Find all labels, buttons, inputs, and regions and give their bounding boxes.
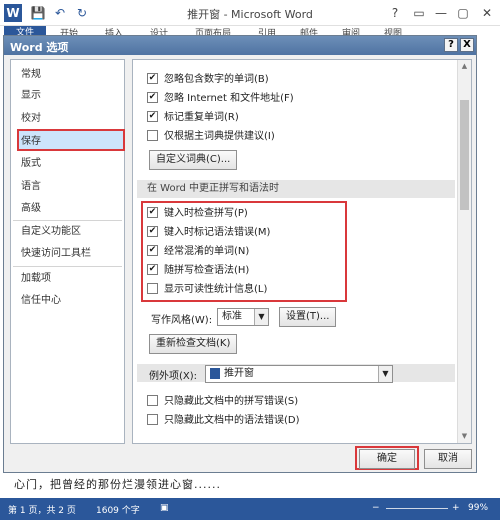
option-flag-repeated-words[interactable]: ✔ 标记重复单词(R) <box>147 110 239 126</box>
nav-item-general[interactable]: 常规 <box>21 66 41 84</box>
proofing-status-icon[interactable]: ▣ <box>160 503 169 513</box>
recheck-document-button[interactable]: 重新检查文档(K) <box>149 334 238 354</box>
nav-item-save[interactable]: 保存 <box>21 133 41 151</box>
checkbox-checked-icon[interactable]: ✔ <box>147 206 158 218</box>
checkbox-checked-icon[interactable]: ✔ <box>147 91 158 103</box>
content-scrollbar[interactable]: ▲ ▼ <box>457 60 471 443</box>
option-frequently-confused-words[interactable]: ✔ 经常混淆的单词(N) <box>147 244 249 260</box>
option-show-readability-stats[interactable]: 显示可读性统计信息(L) <box>147 282 267 298</box>
writing-style-value: 标准 <box>222 311 242 322</box>
nav-item-quick-access-toolbar[interactable]: 快速访问工具栏 <box>21 245 91 263</box>
dialog-help-button[interactable]: ? <box>444 38 458 52</box>
cancel-button[interactable]: 取消 <box>424 449 472 469</box>
nav-item-trust-center[interactable]: 信任中心 <box>21 292 61 310</box>
writing-style-label: 写作风格(W): <box>151 315 213 326</box>
grammar-settings-button[interactable]: 设置(T)... <box>279 307 337 327</box>
word-options-dialog: Word 选项 ? X 常规 显示 校对 保存 版式 语言 高级 自定义功能区 … <box>3 35 477 473</box>
option-label: 只隐藏此文档中的语法错误(D) <box>164 415 300 426</box>
option-label: 键入时检查拼写(P) <box>164 208 248 219</box>
option-label: 忽略包含数字的单词(B) <box>164 74 269 85</box>
nav-item-addins[interactable]: 加载项 <box>21 270 51 288</box>
exceptions-document-select[interactable]: 推开窗 ▼ <box>205 365 393 383</box>
word-title-bar: W 💾 ↶ ↻ 推开窗 - Microsoft Word ? ▭ — ▢ ✕ <box>0 0 500 26</box>
scrollbar-thumb[interactable] <box>460 100 469 210</box>
option-check-spelling-as-you-type[interactable]: ✔ 键入时检查拼写(P) <box>147 206 248 222</box>
checkbox-checked-icon[interactable]: ✔ <box>147 110 158 122</box>
page-count[interactable]: 第 1 页，共 2 页 <box>8 503 76 516</box>
scroll-down-icon[interactable]: ▼ <box>460 432 469 441</box>
nav-item-advanced[interactable]: 高级 <box>21 200 41 218</box>
document-text[interactable]: 心门，把曾经的那份烂漫领进心窗...... <box>14 476 221 492</box>
zoom-level[interactable]: 99% <box>468 503 488 513</box>
option-label: 经常混淆的单词(N) <box>164 246 250 257</box>
ok-button[interactable]: 确定 <box>359 449 415 469</box>
minimize-icon[interactable]: — <box>430 4 452 22</box>
option-ignore-internet-addresses[interactable]: ✔ 忽略 Internet 和文件地址(F) <box>147 91 294 107</box>
option-label: 仅根据主词典提供建议(I) <box>164 131 275 142</box>
help-icon[interactable]: ? <box>384 4 406 22</box>
nav-item-proofing[interactable]: 校对 <box>21 110 41 128</box>
scroll-up-icon[interactable]: ▲ <box>460 62 469 71</box>
checkbox-unchecked-icon[interactable] <box>147 129 158 141</box>
option-label: 键入时标记语法错误(M) <box>164 227 271 238</box>
word-document-icon <box>210 367 220 379</box>
option-label: 随拼写检查语法(H) <box>164 265 250 276</box>
nav-divider <box>13 220 122 221</box>
option-ignore-numbers[interactable]: ✔ 忽略包含数字的单词(B) <box>147 72 269 88</box>
options-nav: 常规 显示 校对 保存 版式 语言 高级 自定义功能区 快速访问工具栏 加载项 … <box>10 59 125 444</box>
options-content-panel: ✔ 忽略包含数字的单词(B) ✔ 忽略 Internet 和文件地址(F) ✔ 标记重… <box>132 59 472 444</box>
checkbox-unchecked-icon[interactable] <box>147 282 158 294</box>
zoom-slider[interactable] <box>386 508 448 509</box>
custom-dictionaries-button[interactable]: 自定义词典(C)... <box>149 150 238 170</box>
status-bar: 第 1 页，共 2 页 1609 个字 ▣ − + 99% <box>0 498 500 520</box>
exceptions-value: 推开窗 <box>224 368 254 379</box>
option-label: 显示可读性统计信息(L) <box>164 284 268 295</box>
checkbox-checked-icon[interactable]: ✔ <box>147 225 158 237</box>
checkbox-checked-icon[interactable]: ✔ <box>147 72 158 84</box>
word-count[interactable]: 1609 个字 <box>96 503 140 516</box>
option-main-dictionary-only[interactable]: 仅根据主词典提供建议(I) <box>147 129 275 145</box>
section-header-spelling-grammar: 在 Word 中更正拼写和语法时 <box>137 180 455 198</box>
zoom-in-icon[interactable]: + <box>452 503 460 513</box>
exceptions-label: 例外项(X): <box>149 371 198 382</box>
option-check-grammar-with-spelling[interactable]: ✔ 随拼写检查语法(H) <box>147 263 249 279</box>
nav-item-display[interactable]: 显示 <box>21 87 41 105</box>
dialog-close-button[interactable]: X <box>460 38 474 52</box>
maximize-icon[interactable]: ▢ <box>452 4 474 22</box>
ribbon-display-icon[interactable]: ▭ <box>408 4 430 22</box>
writing-style-select[interactable]: 标准 ▼ <box>217 308 269 326</box>
close-icon[interactable]: ✕ <box>476 4 498 22</box>
dropdown-arrow-icon[interactable]: ▼ <box>378 366 392 382</box>
zoom-out-icon[interactable]: − <box>372 503 380 513</box>
option-label: 只隐藏此文档中的拼写错误(S) <box>164 396 299 407</box>
option-label: 标记重复单词(R) <box>164 112 239 123</box>
checkbox-checked-icon[interactable]: ✔ <box>147 244 158 256</box>
option-mark-grammar-errors[interactable]: ✔ 键入时标记语法错误(M) <box>147 225 270 241</box>
dialog-title-bar: Word 选项 ? X <box>4 36 476 55</box>
checkbox-checked-icon[interactable]: ✔ <box>147 263 158 275</box>
option-hide-grammar-errors[interactable]: 只隐藏此文档中的语法错误(D) <box>147 413 300 429</box>
option-hide-spelling-errors[interactable]: 只隐藏此文档中的拼写错误(S) <box>147 394 298 410</box>
checkbox-unchecked-icon[interactable] <box>147 413 158 425</box>
checkbox-unchecked-icon[interactable] <box>147 394 158 406</box>
dropdown-arrow-icon[interactable]: ▼ <box>254 309 268 325</box>
nav-item-layout[interactable]: 版式 <box>21 155 41 173</box>
option-label: 忽略 Internet 和文件地址(F) <box>164 93 294 104</box>
dialog-title: Word 选项 <box>10 41 69 54</box>
nav-divider <box>13 266 122 267</box>
nav-item-language[interactable]: 语言 <box>21 178 41 196</box>
nav-item-customize-ribbon[interactable]: 自定义功能区 <box>21 223 81 241</box>
